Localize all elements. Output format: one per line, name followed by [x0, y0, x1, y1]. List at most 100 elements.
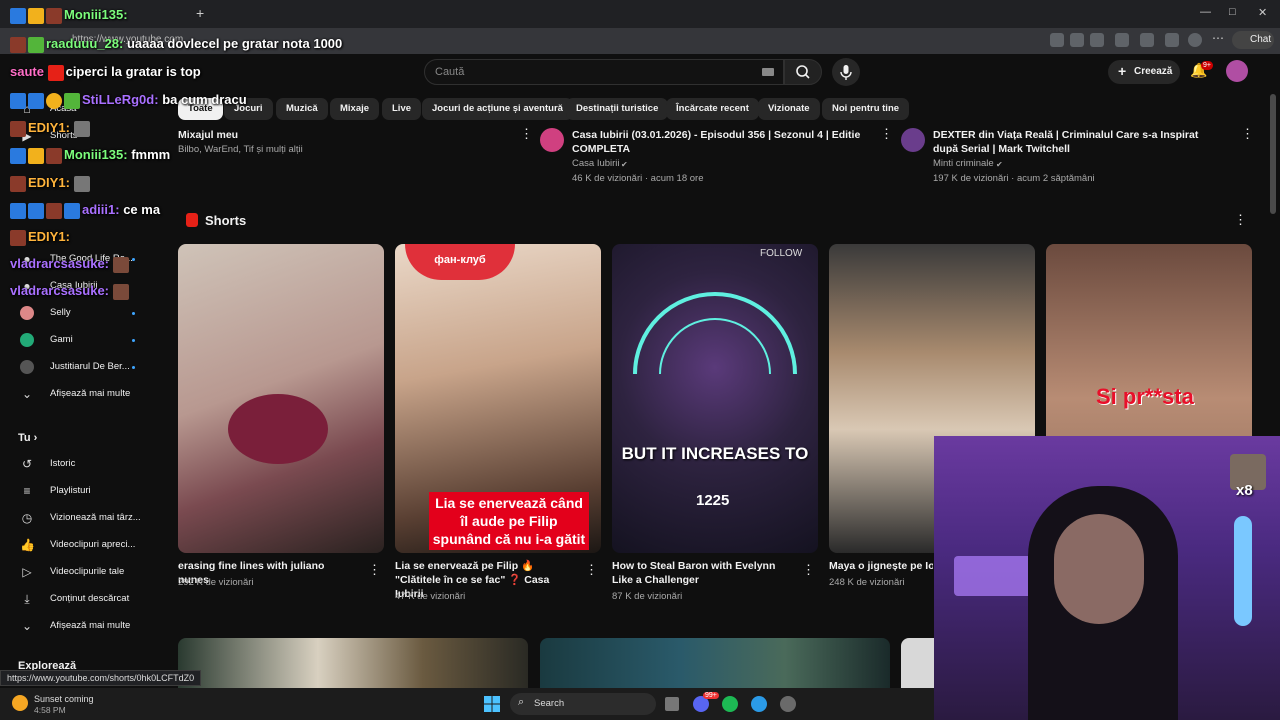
more-options-icon[interactable]: ⋮ — [880, 126, 893, 142]
short-thumbnail[interactable] — [178, 244, 384, 553]
sidebar-sub-selly[interactable]: Selly — [14, 304, 154, 326]
windows-start-icon[interactable] — [484, 696, 500, 712]
sidebar-item-liked[interactable]: 👍 Videoclipuri apreci... — [14, 536, 154, 558]
sidebar-item-watch-later[interactable]: ◷ Vizionează mai târz... — [14, 509, 154, 531]
more-options-icon[interactable]: ⋮ — [1241, 126, 1254, 142]
video-thumbnail[interactable] — [540, 638, 890, 688]
sidebar-show-more-you[interactable]: ⌄ Afișează mai multe — [14, 617, 154, 639]
history-icon: ↺ — [21, 457, 33, 471]
copilot-chat-button[interactable]: Chat — [1232, 31, 1274, 49]
shorts-heading: Shorts — [205, 213, 247, 228]
sidebar-sub-gami[interactable]: Gami — [14, 331, 154, 353]
new-tab-icon[interactable]: + — [196, 5, 204, 21]
verified-icon: ✔ — [621, 160, 628, 169]
channel-name[interactable]: Minti criminale — [933, 157, 994, 171]
collections-icon[interactable] — [1165, 33, 1179, 47]
webcam-monitor-glow — [954, 556, 1034, 596]
status-url: https://www.youtube.com/shorts/0hk0LCFTd… — [0, 670, 202, 686]
sidebar-item-label: Videoclipuri apreci... — [50, 539, 136, 550]
sidebar-item-your-videos[interactable]: ▷ Videoclipurile tale — [14, 563, 154, 585]
sidebar-item-label: Gami — [50, 334, 73, 345]
chip-mixaje[interactable]: Mixaje — [330, 98, 380, 120]
chip-destinatii[interactable]: Destinații turistice — [566, 98, 669, 120]
shorts-logo-icon — [186, 213, 198, 227]
search-button[interactable] — [784, 59, 822, 85]
browser-tab-bar — [0, 0, 1280, 28]
sidebar-item-history[interactable]: ↺ Istoric — [14, 455, 154, 477]
chip-noi[interactable]: Noi pentru tine — [822, 98, 910, 120]
emote-count: x8 — [1236, 482, 1253, 499]
video-title[interactable]: Casa Iubirii (03.01.2026) - Episodul 356… — [572, 128, 862, 156]
you-heading[interactable]: Tu › — [18, 432, 37, 444]
sidebar-sub-justitiarul[interactable]: Justitiarul De Ber... — [14, 358, 154, 380]
more-options-icon[interactable]: ⋮ — [585, 562, 598, 578]
sidebar-item-downloads[interactable]: ⤓ Conținut descărcat — [14, 590, 154, 612]
short-title[interactable]: Maya o jignește pe Ion — [829, 559, 933, 573]
chat-line: raaduuu_28: uaaaa dovlecel pe gratar not… — [10, 36, 342, 53]
channel-avatar[interactable] — [540, 128, 564, 152]
channel-avatar[interactable] — [901, 128, 925, 152]
new-content-dot — [132, 366, 135, 369]
keyboard-icon[interactable] — [762, 68, 774, 76]
short-views: 292 K de vizionări — [178, 577, 254, 588]
more-menu-icon[interactable]: ⋯ — [1212, 31, 1224, 45]
voice-search-button[interactable] — [832, 58, 860, 86]
chip-vizionate[interactable]: Vizionate — [758, 98, 820, 120]
edge-icon[interactable] — [751, 696, 767, 712]
short-title[interactable]: How to Steal Baron with Evelynn Like a C… — [612, 559, 792, 587]
game-arc-graphic — [633, 292, 797, 375]
split-icon[interactable] — [1140, 33, 1154, 47]
channel-avatar-icon — [20, 360, 34, 374]
favorite-icon[interactable] — [1090, 33, 1104, 47]
minimize-icon[interactable]: — — [1200, 6, 1211, 18]
video-thumbnail[interactable] — [178, 638, 528, 688]
search-icon: ⌕ — [518, 696, 525, 708]
profile-icon[interactable] — [1188, 33, 1202, 47]
sidebar-item-label: Afișează mai multe — [50, 388, 131, 399]
chip-muzica[interactable]: Muzică — [276, 98, 328, 120]
sidebar-item-playlists[interactable]: ≡ Playlisturi — [14, 482, 154, 504]
sidebar-show-more-subs[interactable]: ⌄ Afișează mai multe — [14, 385, 154, 407]
translate-icon[interactable] — [1070, 33, 1084, 47]
app-icon[interactable] — [780, 696, 796, 712]
chat-line: Moniii135: — [10, 7, 128, 24]
weather-icon[interactable] — [12, 695, 28, 711]
chip-actiune[interactable]: Jocuri de acțiune și aventură — [422, 98, 573, 120]
extension-icon[interactable] — [1050, 33, 1064, 47]
maximize-icon[interactable]: □ — [1229, 6, 1236, 18]
sidebar-item-label: Istoric — [50, 458, 76, 469]
download-icon: ⤓ — [24, 592, 30, 606]
channel-avatar-icon — [20, 306, 34, 320]
chat-line: vladrarcsasuke: — [10, 283, 131, 300]
close-icon[interactable]: ✕ — [1258, 6, 1267, 19]
create-button[interactable]: + Creează — [1108, 60, 1180, 84]
verified-icon: ✔ — [996, 160, 1003, 169]
chat-line: saute ciperci la gratar is top — [10, 64, 201, 81]
video-title[interactable]: DEXTER din Viața Reală | Criminalul Care… — [933, 128, 1223, 156]
video-title[interactable]: Mixajul meu — [178, 128, 508, 142]
short-views: 87 K de vizionări — [612, 591, 683, 602]
chat-line: EDIY1: — [10, 175, 92, 192]
weather-title[interactable]: Sunset coming — [34, 694, 94, 704]
search-input[interactable]: Caută — [424, 59, 784, 85]
taskbar-search[interactable]: ⌕ Search — [510, 693, 656, 715]
video-thumbnail[interactable] — [901, 638, 934, 688]
channel-name[interactable]: Casa Iubirii — [572, 157, 620, 171]
new-content-dot — [132, 312, 135, 315]
more-options-icon[interactable]: ⋮ — [520, 126, 533, 142]
mic-icon — [840, 65, 852, 80]
short-thumbnail[interactable]: FOLLOW BUT IT INCREASES TO 1225 — [612, 244, 818, 553]
more-options-icon[interactable]: ⋮ — [802, 562, 815, 578]
more-options-icon[interactable]: ⋮ — [1234, 212, 1247, 228]
task-view-icon[interactable] — [665, 697, 679, 711]
spotify-icon[interactable] — [722, 696, 738, 712]
chat-line: StiLLeRg0d: ba cum dracu — [10, 92, 247, 109]
account-avatar[interactable] — [1226, 60, 1248, 82]
chip-live[interactable]: Live — [382, 98, 422, 120]
chip-incarcate[interactable]: Încărcate recent — [666, 98, 759, 120]
playlist-icon: ≡ — [23, 484, 31, 498]
page-scrollbar[interactable] — [1270, 94, 1276, 214]
refresh-icon[interactable] — [1115, 33, 1129, 47]
short-thumbnail[interactable]: фан-клуб Lia se enervează când îl aude p… — [395, 244, 601, 553]
more-options-icon[interactable]: ⋮ — [368, 562, 381, 578]
